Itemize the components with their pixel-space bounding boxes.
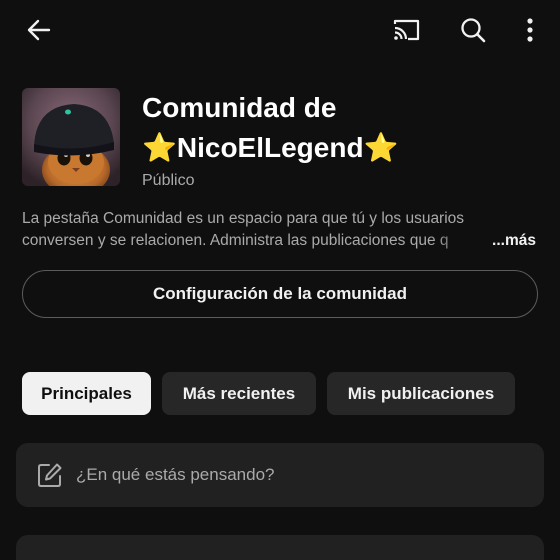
tab-mas-recientes[interactable]: Más recientes [162, 372, 316, 415]
tab-principales[interactable]: Principales [22, 372, 151, 415]
channel-name: NicoElLegend [176, 132, 364, 163]
tab-mis-publicaciones[interactable]: Mis publicaciones [327, 372, 515, 415]
post-card [16, 535, 544, 560]
cast-icon [393, 19, 420, 41]
composer-placeholder: ¿En qué estás pensando? [76, 465, 275, 484]
arrow-left-icon [27, 19, 51, 41]
description-line-1: La pestaña Comunidad es un espacio para … [22, 210, 465, 227]
star-emoji: ⭐ [363, 132, 399, 163]
community-description: La pestaña Comunidad es un espacio para … [22, 208, 538, 252]
title-prefix: Comunidad de [142, 92, 337, 123]
community-title: Comunidad de ⭐NicoElLegend⭐ [142, 88, 542, 168]
community-header: Comunidad de ⭐NicoElLegend⭐ Público [22, 88, 542, 192]
visibility-label: Público [142, 172, 195, 189]
cat-hat-avatar-image [22, 88, 120, 186]
more-vertical-icon [527, 18, 533, 42]
channel-avatar[interactable] [22, 88, 120, 186]
cast-button[interactable] [386, 10, 426, 50]
back-button[interactable] [18, 10, 58, 50]
community-settings-button[interactable]: Configuración de la comunidad [22, 270, 538, 318]
pencil-icon [38, 463, 62, 487]
top-app-bar [0, 0, 560, 60]
search-icon [461, 18, 486, 43]
search-button[interactable] [453, 10, 493, 50]
more-options-button[interactable] [510, 10, 550, 50]
description-line-2: conversen y se relacionen. Administra la… [22, 232, 449, 249]
star-emoji: ⭐ [142, 132, 177, 163]
post-composer[interactable]: ¿En qué estás pensando? [16, 443, 544, 507]
show-more-link[interactable]: ...más [492, 230, 536, 252]
